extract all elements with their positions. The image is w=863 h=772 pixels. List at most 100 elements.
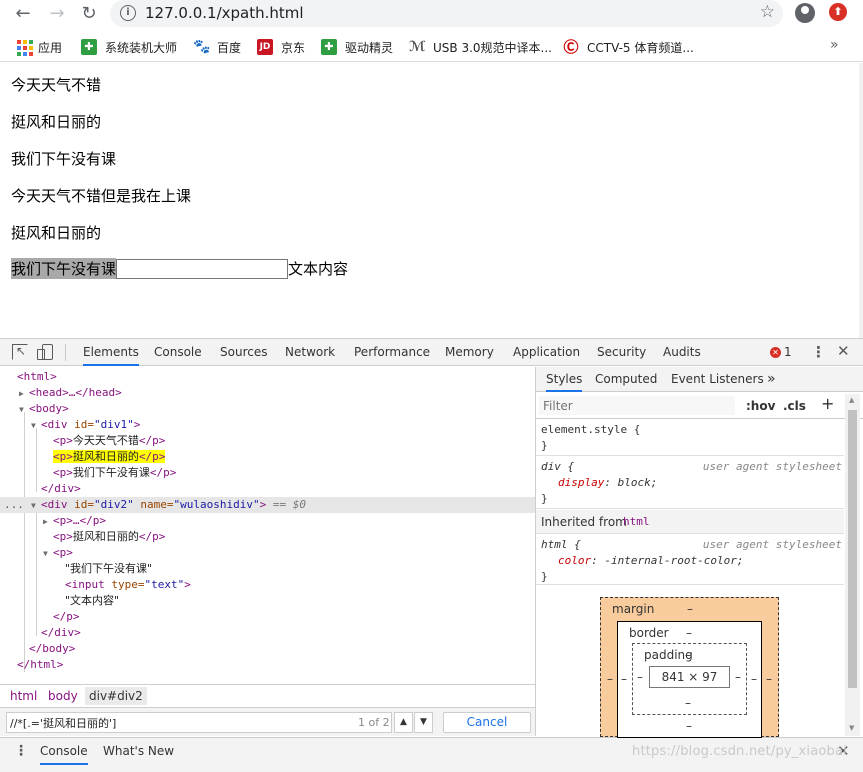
tag-text: </html> <box>17 658 64 671</box>
node-actions-icon[interactable]: ... <box>4 497 24 513</box>
page-scrollbar[interactable] <box>859 63 863 338</box>
border-bottom-value: – <box>686 719 692 733</box>
rule-selector: html { <box>541 538 581 551</box>
tab-memory[interactable]: Memory <box>445 339 494 366</box>
bookmark-jd[interactable]: JD 京东 <box>257 38 305 56</box>
star-icon[interactable]: ☆ <box>760 2 775 22</box>
next-match-icon[interactable]: ▼ <box>414 712 433 733</box>
collapse-triangle-icon[interactable]: ▼ <box>31 418 41 434</box>
tree-node-p-expanded[interactable]: ▼ <p> <box>0 545 535 561</box>
tab-console[interactable]: Console <box>154 339 202 366</box>
box-model-content[interactable]: 841 × 97 <box>649 666 730 688</box>
scroll-up-icon[interactable]: ▲ <box>849 396 854 404</box>
bookmark-label: 百度 <box>217 40 242 55</box>
tag-text: <input <box>65 578 112 591</box>
account-icon[interactable] <box>795 3 815 23</box>
close-icon[interactable]: ✕ <box>837 342 850 360</box>
breadcrumb-html[interactable]: html <box>10 689 37 703</box>
breadcrumb-body[interactable]: body <box>48 689 78 703</box>
tab-elements[interactable]: Elements <box>83 339 139 366</box>
new-rule-icon[interactable]: + <box>821 394 834 413</box>
search-input[interactable] <box>6 712 392 733</box>
tab-event-listeners[interactable]: Event Listeners <box>671 367 764 392</box>
class-toggle[interactable]: .cls <box>783 399 806 413</box>
expand-triangle-icon[interactable]: ▶ <box>43 514 53 530</box>
tree-node-p-close[interactable]: </p> <box>0 609 535 625</box>
tree-node-head[interactable]: ▶ <head>…</head> <box>0 385 535 401</box>
drawer-menu-icon[interactable]: ⋮ <box>14 743 28 759</box>
more-tabs-icon[interactable]: » <box>767 367 776 392</box>
box-model-border[interactable]: border – – – padding – – – – 841 × 97 – <box>617 621 762 738</box>
scroll-down-icon[interactable]: ▼ <box>849 724 854 732</box>
tab-audits[interactable]: Audits <box>663 339 701 366</box>
previous-match-icon[interactable]: ▲ <box>394 712 413 733</box>
tab-sources[interactable]: Sources <box>220 339 267 366</box>
address-bar[interactable]: i 127.0.0.1/xpath.html ☆ <box>110 0 783 27</box>
tree-node-text[interactable]: "我们下午没有课" <box>0 561 535 577</box>
tab-network[interactable]: Network <box>285 339 335 366</box>
collapse-triangle-icon[interactable]: ▼ <box>43 546 53 562</box>
bookmark-baidu[interactable]: 🐾 百度 <box>193 38 241 56</box>
back-icon[interactable]: ← <box>11 2 35 26</box>
more-options-icon[interactable]: ⋮ <box>811 343 826 361</box>
tab-performance[interactable]: Performance <box>354 339 430 366</box>
collapse-triangle-icon[interactable]: ▼ <box>19 402 29 418</box>
tree-node-html-close[interactable]: </html> <box>0 657 535 673</box>
tree-node-text[interactable]: "文本内容" <box>0 593 535 609</box>
bookmark-system-master[interactable]: ✚ 系统装机大师 <box>81 38 177 56</box>
tree-node-div1[interactable]: ▼ <div id="div1"> <box>0 417 535 433</box>
cancel-button[interactable]: Cancel <box>443 712 531 733</box>
filter-input[interactable] <box>539 396 735 415</box>
inspect-element-icon[interactable] <box>12 344 28 360</box>
tree-node-p[interactable]: <p>挺风和日丽的</p> <box>0 529 535 545</box>
tree-node-body-close[interactable]: </body> <box>0 641 535 657</box>
bookmark-apps[interactable]: 应用 <box>16 38 62 56</box>
property-name: display <box>558 476 605 489</box>
tree-node-p-highlighted[interactable]: <p>挺风和日丽的</p> <box>0 449 535 465</box>
tree-node-p[interactable]: <p>今天天气不错</p> <box>0 433 535 449</box>
reload-icon[interactable]: ↻ <box>77 2 101 26</box>
text-input[interactable] <box>116 258 289 279</box>
tree-node-html[interactable]: <html> <box>0 369 535 385</box>
paragraph: 挺风和日丽的 <box>11 113 102 131</box>
tab-styles[interactable]: Styles <box>546 367 583 392</box>
bookmark-cctv[interactable]: Ⓒ CCTV-5 体育频道... <box>563 38 693 56</box>
error-badge[interactable]: ✕ 1 <box>770 345 792 359</box>
node-text: 挺风和日丽的 <box>72 450 139 463</box>
drawer-tab-console[interactable]: Console <box>40 738 88 765</box>
inherited-link[interactable]: html <box>623 515 650 528</box>
tab-application[interactable]: Application <box>513 339 580 366</box>
info-icon[interactable]: i <box>120 5 136 21</box>
styles-scrollbar[interactable]: ▲ ▼ <box>845 394 860 736</box>
tree-node-input[interactable]: <input type="text"> <box>0 577 535 593</box>
tree-node-div-close[interactable]: </div> <box>0 625 535 641</box>
tab-security[interactable]: Security <box>597 339 646 366</box>
tree-node-body[interactable]: ▼ <body> <box>0 401 535 417</box>
collapse-triangle-icon[interactable]: ▼ <box>31 498 41 514</box>
tag-text: <p> <box>53 434 73 447</box>
box-model-margin[interactable]: margin – – – border – – – padding – – – … <box>600 597 779 738</box>
device-toolbar-icon[interactable] <box>37 344 53 360</box>
tree-node-div-close[interactable]: </div> <box>0 481 535 497</box>
tree-node-div2-selected[interactable]: ... ▼ <div id="div2" name="wulaoshidiv"> =… <box>0 497 535 513</box>
bookmark-driver[interactable]: ✚ 驱动精灵 <box>321 38 393 56</box>
box-model-padding[interactable]: padding – – – – 841 × 97 <box>632 643 747 715</box>
tree-node-p-collapsed[interactable]: ▶ <p>…</p> <box>0 513 535 529</box>
hover-state-toggle[interactable]: :hov <box>746 399 775 413</box>
tab-computed[interactable]: Computed <box>595 367 657 392</box>
rule-selector[interactable]: element.style { <box>541 423 640 436</box>
expand-triangle-icon[interactable]: ▶ <box>19 386 29 402</box>
drawer-tab-whats-new[interactable]: What's New <box>103 738 174 765</box>
rule-declaration[interactable]: color: -internal-root-color; <box>558 554 743 567</box>
more-bookmarks-icon[interactable]: » <box>830 37 839 53</box>
breadcrumb-div2[interactable]: div#div2 <box>85 687 147 705</box>
margin-top-value: – <box>687 602 693 616</box>
tree-node-p[interactable]: <p>我们下午没有课</p> <box>0 465 535 481</box>
bookmark-usb[interactable]: ℳ USB 3.0规范中译本... <box>409 38 552 56</box>
inherited-header: Inherited from html <box>536 510 844 534</box>
scroll-thumb[interactable] <box>848 410 857 688</box>
extension-icon[interactable]: ⬆ <box>829 3 847 21</box>
forward-icon[interactable]: → <box>45 2 69 26</box>
rule-declaration[interactable]: display: block; <box>558 476 657 489</box>
margin-label: margin <box>612 602 655 616</box>
